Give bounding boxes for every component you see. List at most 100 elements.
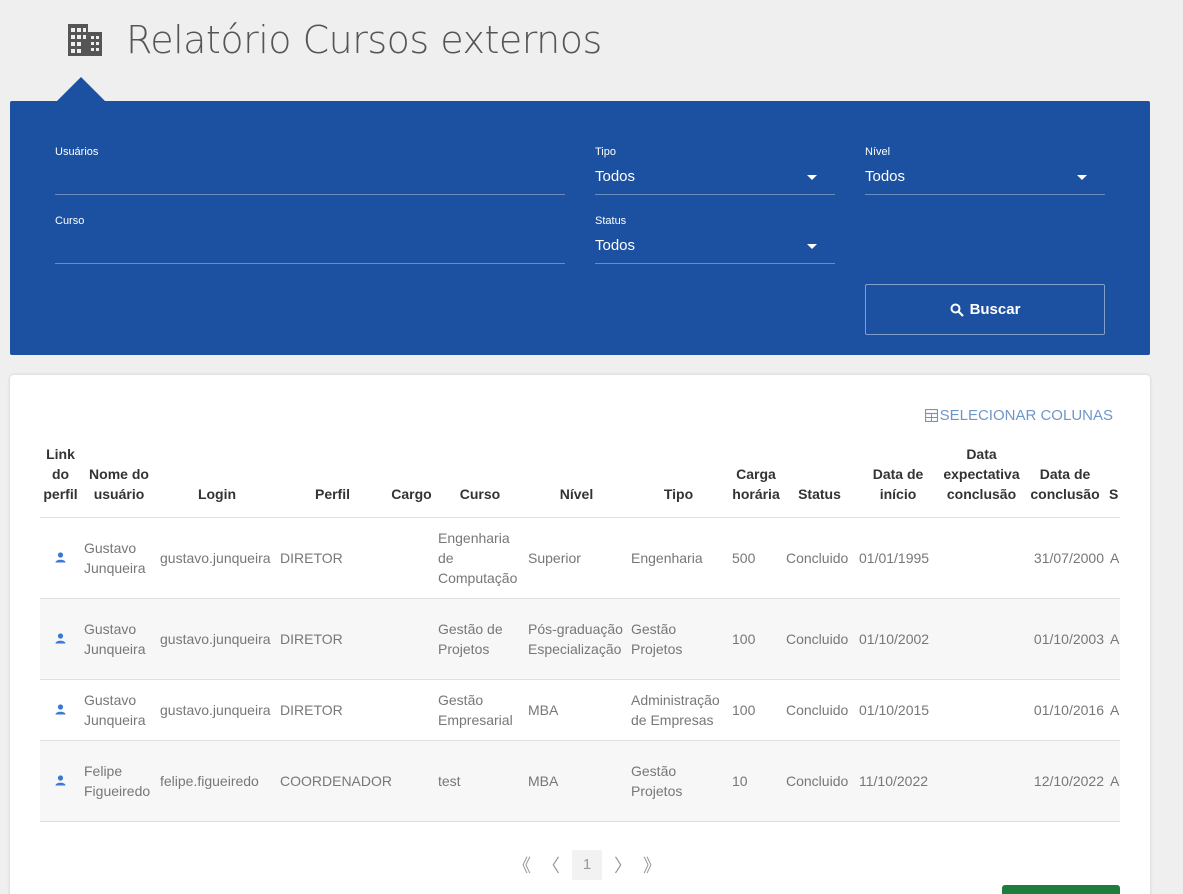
cell-extra: A <box>1107 740 1120 822</box>
page-number-current[interactable]: 1 <box>572 850 602 880</box>
nivel-label: Nível <box>865 146 891 158</box>
cell-curso: Gestão Empresarial <box>435 679 525 741</box>
cell-perfil: COORDENADOR <box>277 740 392 822</box>
next-page-button[interactable]: 〉 <box>612 852 634 878</box>
header-carga[interactable]: Carga horária <box>729 441 783 518</box>
nivel-select[interactable]: Nível Todos <box>865 146 1105 195</box>
table-columns-icon <box>924 409 938 422</box>
header-link[interactable]: Link do perfil <box>40 441 81 518</box>
header-login[interactable]: Login <box>157 441 277 518</box>
cell-perfil: DIRETOR <box>277 679 388 741</box>
cell-tipo: Administração de Empresas <box>628 679 729 741</box>
table-header-row: Link do perfil Nome do usuário Login Per… <box>40 441 1120 518</box>
header-curso[interactable]: Curso <box>435 441 525 518</box>
status-label: Status <box>595 215 627 227</box>
cell-extra: A <box>1107 679 1120 741</box>
cell-inicio: 01/01/1995 <box>856 517 940 599</box>
header-expectativa[interactable]: Data expectativa conclusão <box>940 441 1023 518</box>
cell-nivel: MBA <box>525 679 628 741</box>
page-title: Relatório Cursos externos <box>126 18 602 62</box>
pagination: 《 〈 1 〉 》 <box>510 850 664 880</box>
cell-expectativa <box>940 598 1023 680</box>
header-status[interactable]: Status <box>783 441 856 518</box>
person-icon[interactable] <box>55 774 66 786</box>
cell-perfil: DIRETOR <box>277 517 388 599</box>
cell-status: Concluido <box>783 598 856 680</box>
tipo-label: Tipo <box>595 146 616 158</box>
profile-link-cell[interactable] <box>40 598 81 680</box>
cell-carga: 10 <box>729 740 783 822</box>
search-button-label: Buscar <box>969 301 1021 318</box>
table-row: Gustavo Junqueira gustavo.junqueira DIRE… <box>40 598 1120 680</box>
cell-nome: Felipe Figueiredo <box>81 740 157 822</box>
cell-nivel: Superior <box>525 517 628 599</box>
caret-down-icon <box>1077 175 1087 180</box>
search-button[interactable]: Buscar <box>865 284 1105 335</box>
table-row: Gustavo Junqueira gustavo.junqueira DIRE… <box>40 517 1120 599</box>
cell-login: gustavo.junqueira <box>157 598 277 680</box>
cell-expectativa <box>940 517 1023 599</box>
export-button[interactable] <box>1002 885 1120 894</box>
cell-carga: 500 <box>729 517 783 599</box>
prev-page-button[interactable]: 〈 <box>540 852 562 878</box>
cell-extra: A <box>1107 598 1120 680</box>
cell-nivel: MBA <box>525 740 628 822</box>
table-row: Felipe Figueiredo felipe.figueiredo COOR… <box>40 740 1120 822</box>
cell-cargo <box>388 679 435 741</box>
select-columns-label: SELECIONAR COLUNAS <box>939 407 1113 424</box>
cell-cargo <box>388 598 435 680</box>
header-inicio[interactable]: Data de início <box>856 441 940 518</box>
header-conclusao[interactable]: Data de conclusão <box>1023 441 1107 518</box>
profile-link-cell[interactable] <box>40 679 81 741</box>
profile-link-cell[interactable] <box>40 517 81 599</box>
status-value: Todos <box>595 237 636 254</box>
cell-conclusao: 12/10/2022 <box>1023 740 1107 822</box>
nivel-value: Todos <box>865 168 906 185</box>
table-row: Gustavo Junqueira gustavo.junqueira DIRE… <box>40 679 1120 741</box>
curso-label: Curso <box>55 215 85 227</box>
header-nome[interactable]: Nome do usuário <box>81 441 157 518</box>
cell-carga: 100 <box>729 679 783 741</box>
cell-conclusao: 01/10/2003 <box>1023 598 1107 680</box>
cell-curso: Engenharia de Computação <box>435 517 525 599</box>
cell-status: Concluido <box>783 740 856 822</box>
profile-link-cell[interactable] <box>40 740 81 822</box>
last-page-button[interactable]: 》 <box>640 852 664 878</box>
tipo-value: Todos <box>595 168 636 185</box>
cell-status: Concluido <box>783 517 856 599</box>
cell-nome: Gustavo Junqueira <box>81 517 157 599</box>
cell-inicio: 01/10/2015 <box>856 679 940 741</box>
cell-status: Concluido <box>783 679 856 741</box>
tipo-select[interactable]: Tipo Todos <box>595 146 835 195</box>
usuarios-field[interactable]: Usuários <box>55 146 565 195</box>
cell-tipo: Engenharia <box>628 517 729 599</box>
cell-curso: Gestão de Projetos <box>435 598 525 680</box>
cell-nivel: Pós-graduação Especialização <box>525 598 628 680</box>
cell-conclusao: 31/07/2000 <box>1023 517 1107 599</box>
curso-field[interactable]: Curso <box>55 215 565 264</box>
cell-inicio: 11/10/2022 <box>856 740 940 822</box>
results-table: Link do perfil Nome do usuário Login Per… <box>40 441 1120 822</box>
cell-cargo <box>388 517 435 599</box>
cell-tipo: Gestão Projetos <box>628 740 729 822</box>
header-perfil[interactable]: Perfil <box>277 441 388 518</box>
cell-curso: test <box>435 740 525 822</box>
cell-extra: A <box>1107 517 1120 599</box>
cell-expectativa <box>940 740 1023 822</box>
header-extra[interactable]: S <box>1107 441 1120 518</box>
person-icon[interactable] <box>55 703 66 715</box>
cell-login: gustavo.junqueira <box>157 679 277 741</box>
status-select[interactable]: Status Todos <box>595 215 835 264</box>
cell-cargo <box>388 740 435 822</box>
header-cargo[interactable]: Cargo <box>388 441 435 518</box>
first-page-button[interactable]: 《 <box>510 852 534 878</box>
results-table-wrapper: Link do perfil Nome do usuário Login Per… <box>40 441 1120 822</box>
cell-carga: 100 <box>729 598 783 680</box>
results-card: SELECIONAR COLUNAS Link do perfil Nome d… <box>10 375 1150 894</box>
page-header: Relatório Cursos externos <box>68 14 602 66</box>
header-tipo[interactable]: Tipo <box>628 441 729 518</box>
person-icon[interactable] <box>55 632 66 644</box>
person-icon[interactable] <box>55 551 66 563</box>
header-nivel[interactable]: Nível <box>525 441 628 518</box>
select-columns-button[interactable]: SELECIONAR COLUNAS <box>924 407 1113 424</box>
